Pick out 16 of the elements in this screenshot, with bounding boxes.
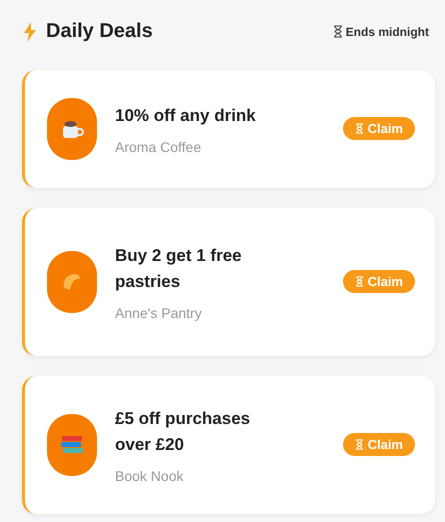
shop-name: Aroma Coffee [115,138,202,155]
deal-title: 10% off any drink [115,104,257,127]
hourglass-icon [332,25,343,38]
claim-button[interactable]: Claim [342,117,415,140]
ends-time: Ends midnight [346,24,429,39]
lightning-icon [22,22,38,42]
hourglass-icon [354,276,364,288]
deal-title: Buy 2 get 1 free pastries [115,244,243,293]
section-title: Daily Deals [46,20,153,44]
hourglass-icon [354,439,364,450]
shop-name: Book Nook [115,468,184,484]
deal-title: £5 off purchases over £20 [115,408,252,456]
claim-button[interactable]: Claim [342,433,415,456]
shop-name: Anne's Pantry [115,304,203,321]
claim-button[interactable]: Claim [342,270,415,294]
hourglass-icon [354,123,364,134]
